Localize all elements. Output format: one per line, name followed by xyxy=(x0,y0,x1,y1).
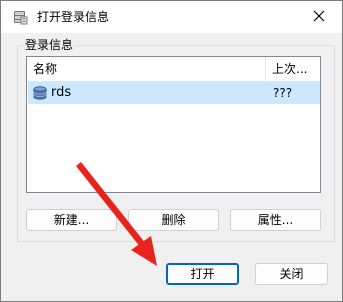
column-header-last[interactable]: 上次... xyxy=(272,61,307,77)
open-button[interactable]: 打开 xyxy=(166,263,239,285)
groupbox-label: 登录信息 xyxy=(24,37,75,53)
database-icon xyxy=(12,9,28,25)
cancel-button[interactable]: 关闭 xyxy=(255,263,328,285)
list-header: 名称 上次... xyxy=(27,57,320,82)
login-info-list[interactable]: 名称 上次... rds ??? xyxy=(26,56,321,193)
row-name: rds xyxy=(51,85,72,100)
list-item[interactable]: rds ??? xyxy=(28,82,320,104)
column-separator[interactable] xyxy=(265,57,266,81)
title-bar: 打开登录信息 xyxy=(1,1,342,33)
new-button[interactable]: 新建... xyxy=(26,209,117,231)
row-last-used: ??? xyxy=(273,86,293,100)
delete-button[interactable]: 删除 xyxy=(128,209,219,231)
close-window-button[interactable] xyxy=(296,1,342,33)
column-header-name[interactable]: 名称 xyxy=(33,61,57,77)
database-icon xyxy=(33,86,47,100)
window-title: 打开登录信息 xyxy=(37,10,110,24)
open-login-info-dialog: 打开登录信息 登录信息 名称 上次... rds ??? 新建... 删除 属性… xyxy=(0,0,343,302)
properties-button[interactable]: 属性... xyxy=(230,209,321,231)
close-icon xyxy=(313,10,325,25)
